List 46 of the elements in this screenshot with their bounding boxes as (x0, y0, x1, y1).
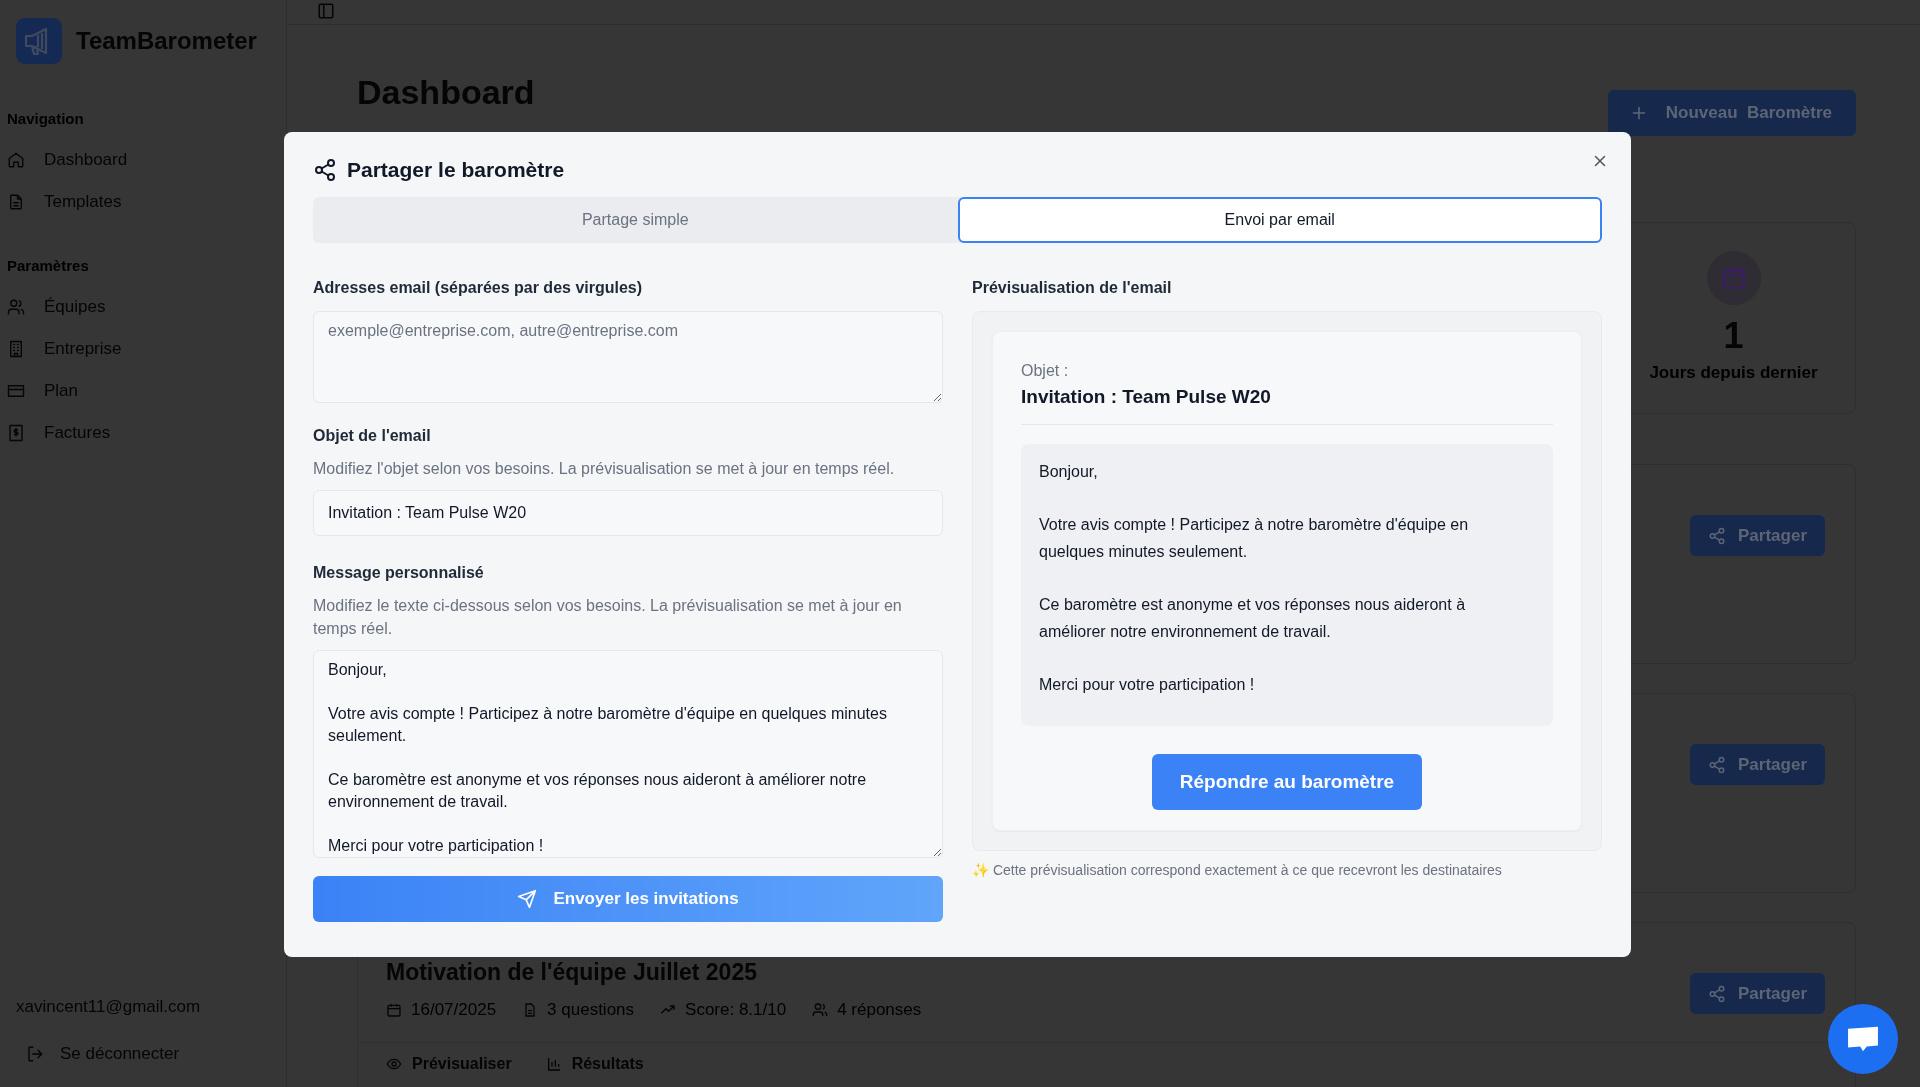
message-field[interactable]: Bonjour, Votre avis compte ! Participez à notre baromètre d'équipe en quelques minutes seulement. Ce baromètre est anonyme et vos réponses nous aideront à améliorer notre environnement de travail. Merci pour votre participation ! (313, 650, 943, 858)
building-icon (7, 340, 25, 358)
field-hint: Modifiez le texte ci-dessous selon vos besoins. La prévisualisation se met à jour en temps réel. (313, 596, 903, 639)
share-button[interactable]: Partager (1690, 973, 1825, 1014)
field-hint: Modifiez l'objet selon vos besoins. La prévisualisation se met à jour en temps réel. (313, 459, 896, 479)
field-label: Message personnalisé (313, 564, 485, 582)
document-icon (7, 193, 25, 211)
share-button[interactable]: Partager (1690, 744, 1825, 785)
body-paragraph: Bonjour, (1039, 462, 1099, 482)
share-icon (1708, 755, 1726, 774)
email-addresses-field[interactable]: exemple@entreprise.com, autre@entreprise.com (313, 311, 943, 403)
card-icon (7, 382, 25, 400)
share-icon (1708, 984, 1726, 1003)
tab[interactable]: Partage simple (313, 197, 958, 243)
paper-plane-icon (517, 889, 538, 909)
subject-label: Objet : (1021, 362, 1070, 380)
body-paragraph: Ce baromètre est anonyme et vos réponses nous aideront à améliorer notre environnement de travail. (1039, 595, 1467, 642)
people-icon (812, 1002, 829, 1018)
body-paragraph: Votre avis compte ! Participez à notre baromètre d'équipe en quelques minutes seulement. (1039, 515, 1470, 562)
body-paragraph: Merci pour votre participation ! (1039, 675, 1256, 695)
preview-heading: Prévisualisation de l'email (972, 279, 1173, 297)
send-invitations-button[interactable]: Envoyer les invitations (313, 876, 943, 922)
share-icon (313, 158, 337, 182)
share-button[interactable]: Partager (1690, 515, 1825, 556)
logout-icon (26, 1045, 44, 1063)
bill-icon (7, 424, 25, 442)
house-icon (7, 151, 25, 169)
eye-icon (386, 1056, 402, 1072)
subject-field[interactable]: Invitation : Team Pulse W20 (313, 490, 943, 536)
share-icon (1708, 526, 1726, 545)
field-label: Adresses email (séparées par des virgules) (313, 279, 644, 297)
calendar-icon (1720, 265, 1747, 291)
new-barometer-button[interactable]: Nouveau Baromètre (1607, 90, 1856, 136)
dialog-title: Partager le baromètre (347, 158, 565, 182)
megaphone-logo-icon (16, 18, 62, 64)
bar-chart-icon (545, 1056, 562, 1072)
tab[interactable]: Envoi par email (957, 197, 1602, 243)
people-icon (7, 298, 25, 316)
plus-icon (1631, 106, 1646, 120)
calendar-icon (386, 1002, 402, 1018)
field-label: Objet de l'email (313, 427, 432, 445)
respond-button[interactable]: Répondre au baromètre (1151, 754, 1423, 810)
sidebar-toggle-icon[interactable] (317, 2, 335, 20)
chat-bubble-icon (1846, 1025, 1880, 1053)
preview-note: ✨ Cette prévisualisation correspond exactement à ce que recevront les destinataires (972, 862, 1503, 878)
email-subject: Invitation : Team Pulse W20 (1021, 386, 1272, 408)
